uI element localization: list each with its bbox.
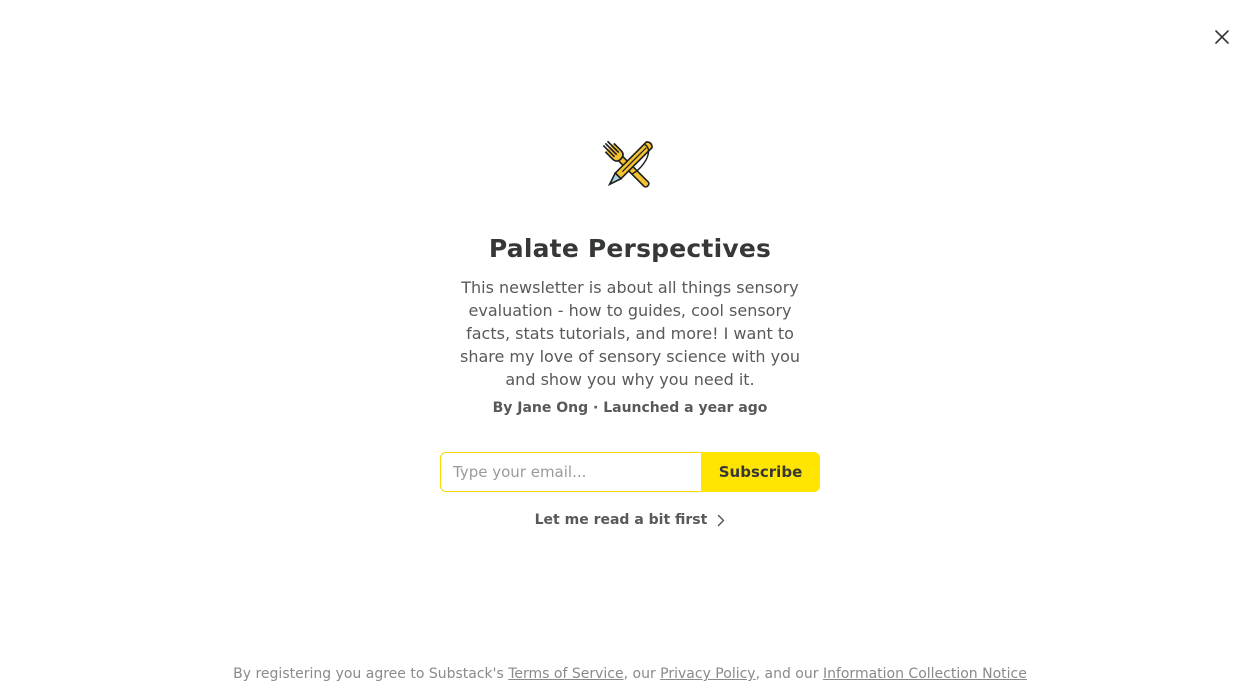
subscribe-modal: Palate Perspectives This newsletter is a… — [0, 0, 1260, 700]
subscribe-form: Subscribe — [440, 452, 820, 492]
privacy-policy-link[interactable]: Privacy Policy — [660, 666, 755, 682]
subscribe-button[interactable]: Subscribe — [701, 452, 820, 492]
footer-separator: , our — [623, 666, 661, 682]
read-first-link[interactable]: Let me read a bit first — [0, 512, 1260, 528]
close-button[interactable] — [1212, 27, 1232, 47]
footer-prefix: By registering you agree to Substack's — [233, 666, 509, 682]
legal-footer: By registering you agree to Substack's T… — [0, 666, 1260, 682]
publication-byline: By Jane Ong · Launched a year ago — [492, 400, 768, 416]
publication-logo — [592, 130, 664, 202]
publication-description: This newsletter is about all things sens… — [459, 278, 800, 389]
information-collection-notice-link[interactable]: Information Collection Notice — [823, 666, 1027, 682]
publication-title: Palate Perspectives — [488, 234, 772, 263]
read-first-label: Let me read a bit first — [534, 512, 708, 528]
footer-separator: , and our — [755, 666, 823, 682]
terms-of-service-link[interactable]: Terms of Service — [508, 666, 623, 682]
fork-and-pen-logo-icon — [602, 140, 653, 188]
chevron-right-icon — [717, 514, 725, 527]
email-input[interactable] — [440, 452, 701, 492]
close-icon — [1215, 30, 1229, 44]
